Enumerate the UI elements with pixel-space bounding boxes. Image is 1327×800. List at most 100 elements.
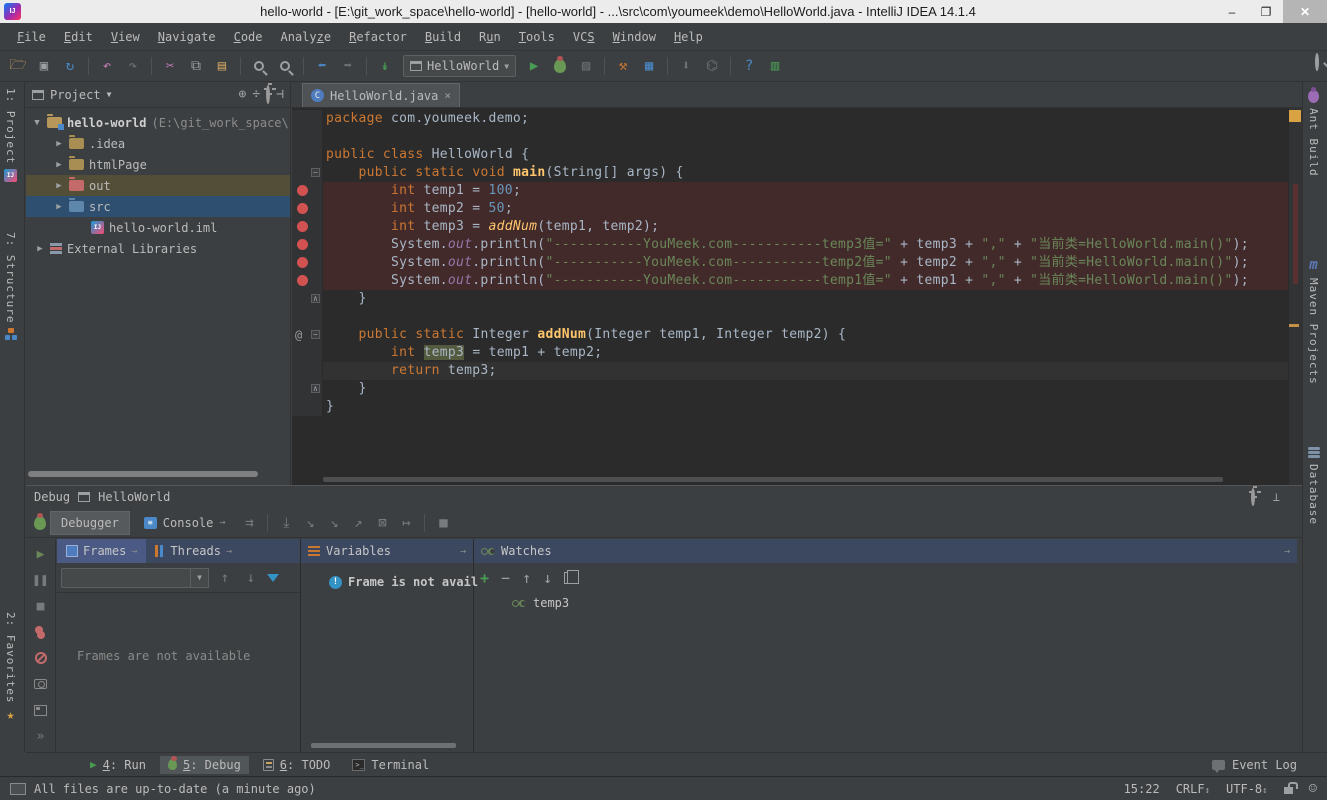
step-into-icon[interactable]: ↘ <box>300 513 320 533</box>
restore-layout-icon[interactable] <box>32 701 50 719</box>
paste-icon[interactable]: ▤ <box>210 54 234 78</box>
menu-window[interactable]: Window <box>605 27 664 47</box>
move-watch-down-icon[interactable]: ↓ <box>543 569 552 587</box>
step-out-icon[interactable]: ↗ <box>348 513 368 533</box>
frame-down-icon[interactable]: ↓ <box>241 568 261 588</box>
evaluate-expression-icon[interactable]: ■ <box>433 513 453 533</box>
expanded-arrow-icon[interactable]: ▼ <box>32 118 42 128</box>
tab-frames[interactable]: Frames→ <box>57 539 146 563</box>
view-breakpoints-icon[interactable] <box>32 623 50 641</box>
menu-run[interactable]: Run <box>471 27 509 47</box>
watch-item-temp3[interactable]: temp3 <box>474 593 1297 613</box>
avd-manager-icon[interactable]: ⌬ <box>700 54 724 78</box>
project-tree-item-src[interactable]: ▶src <box>26 196 290 217</box>
menu-file[interactable]: File <box>9 27 54 47</box>
gutter[interactable] <box>292 344 323 362</box>
collapsed-arrow-icon[interactable]: ▶ <box>54 160 64 170</box>
pause-icon[interactable]: ❚❚ <box>32 571 50 589</box>
duplicate-watch-icon[interactable] <box>564 572 574 584</box>
gutter[interactable] <box>292 254 323 272</box>
save-all-icon[interactable]: ▣ <box>32 54 56 78</box>
project-horizontal-scrollbar[interactable] <box>28 471 258 477</box>
window-button-5-debug[interactable]: 5: Debug <box>160 756 249 774</box>
gutter[interactable] <box>292 182 323 200</box>
inspection-indicator[interactable] <box>1289 110 1301 122</box>
project-structure-icon[interactable]: ▦ <box>637 54 661 78</box>
tool-button-favorites[interactable]: 2: Favorites ★ <box>4 612 17 723</box>
gutter[interactable] <box>292 200 323 218</box>
hide-debug-panel-icon[interactable]: ⊥ <box>1273 490 1280 504</box>
thread-select-arrow[interactable]: ▼ <box>191 568 209 588</box>
step-over-icon[interactable]: ⤓ <box>276 513 296 533</box>
gutter[interactable] <box>292 110 323 128</box>
forward-icon[interactable]: ➡ <box>336 54 360 78</box>
project-view-select[interactable]: Project ▼ <box>32 88 233 102</box>
toggle-stripes-icon[interactable] <box>10 783 26 795</box>
thread-dump-icon[interactable] <box>32 675 50 693</box>
breakpoint-icon[interactable] <box>297 239 308 250</box>
search-everywhere-icon[interactable] <box>1315 55 1319 69</box>
tab-helloworld-java[interactable]: C HelloWorld.java × <box>302 83 460 107</box>
fold-end-marker-icon[interactable]: ∧ <box>311 384 320 393</box>
hector-inspector-icon[interactable]: ☺ <box>1309 781 1317 797</box>
gutter[interactable] <box>292 362 323 380</box>
panel-settings-gear-icon[interactable] <box>266 87 270 102</box>
close-button[interactable]: ✕ <box>1283 0 1327 23</box>
settings-icon[interactable]: ⚒ <box>611 54 635 78</box>
copy-icon[interactable]: ⧉ <box>184 54 208 78</box>
drop-frame-icon[interactable]: ⊠ <box>372 513 392 533</box>
window-button-4-run[interactable]: ▶4: Run <box>82 756 154 774</box>
project-tree-item-.idea[interactable]: ▶.idea <box>26 133 290 154</box>
debug-icon[interactable] <box>548 54 572 78</box>
force-step-into-icon[interactable]: ↘ <box>324 513 344 533</box>
editor-horizontal-scrollbar[interactable] <box>323 477 1223 482</box>
event-log-button[interactable]: Event Log <box>1212 758 1297 772</box>
tool-button-structure[interactable]: 7: Structure <box>4 232 17 340</box>
breakpoint-icon[interactable] <box>297 275 308 286</box>
move-watch-up-icon[interactable]: ↑ <box>522 569 531 587</box>
scrollbar-highlight-mark[interactable] <box>1289 324 1299 327</box>
open-icon[interactable]: 🗁 <box>6 54 30 78</box>
fold-end-marker-icon[interactable]: ∧ <box>311 294 320 303</box>
hide-panel-icon[interactable]: ⊣ <box>276 87 284 102</box>
gutter[interactable] <box>292 398 323 416</box>
tab-console[interactable]: ≡ Console → <box>134 511 236 535</box>
tool-button-database[interactable]: Database <box>1307 447 1320 525</box>
collapse-all-icon[interactable]: ÷ <box>252 87 260 102</box>
coverage-icon[interactable]: ▨ <box>574 54 598 78</box>
run-to-cursor-icon[interactable]: ↦ <box>396 513 416 533</box>
undo-icon[interactable]: ↶ <box>95 54 119 78</box>
help-icon[interactable]: ? <box>737 54 761 78</box>
synchronize-icon[interactable]: ↻ <box>58 54 82 78</box>
collapsed-arrow-icon[interactable]: ▶ <box>54 202 64 212</box>
tab-close-icon[interactable]: × <box>444 89 451 102</box>
project-tree-item-out[interactable]: ▶out <box>26 175 290 196</box>
tab-threads[interactable]: Threads→ <box>146 539 241 563</box>
caret-position[interactable]: 15:22 <box>1124 782 1160 796</box>
stop-icon[interactable]: ■ <box>32 597 50 615</box>
gutter[interactable]: ∧ <box>292 380 323 398</box>
more-actions-icon[interactable]: » <box>32 727 50 745</box>
menu-edit[interactable]: Edit <box>56 27 101 47</box>
resume-icon[interactable]: ▶ <box>32 545 50 563</box>
fold-marker-icon[interactable]: − <box>311 330 320 339</box>
menu-build[interactable]: Build <box>417 27 469 47</box>
project-tree-item-External Libraries[interactable]: ▶External Libraries <box>26 238 290 259</box>
gutter[interactable] <box>292 272 323 290</box>
menu-tools[interactable]: Tools <box>511 27 563 47</box>
show-execution-point-icon[interactable]: ⇉ <box>239 513 259 533</box>
menu-code[interactable]: Code <box>226 27 271 47</box>
collapsed-arrow-icon[interactable]: ▶ <box>54 139 64 149</box>
gutter[interactable]: @− <box>292 326 323 344</box>
back-icon[interactable]: ⬅ <box>310 54 334 78</box>
collapsed-arrow-icon[interactable]: ▶ <box>54 181 64 191</box>
menu-view[interactable]: View <box>103 27 148 47</box>
collapsed-arrow-icon[interactable]: ▶ <box>35 244 45 254</box>
gutter[interactable] <box>292 308 323 326</box>
minimize-button[interactable]: – <box>1215 0 1249 23</box>
menu-vcs[interactable]: VCS <box>565 27 603 47</box>
project-tree-item-htmlPage[interactable]: ▶htmlPage <box>26 154 290 175</box>
menu-navigate[interactable]: Navigate <box>150 27 224 47</box>
variables-horizontal-scrollbar[interactable] <box>311 743 456 748</box>
encoding-select[interactable]: UTF-8↕ <box>1226 782 1268 796</box>
